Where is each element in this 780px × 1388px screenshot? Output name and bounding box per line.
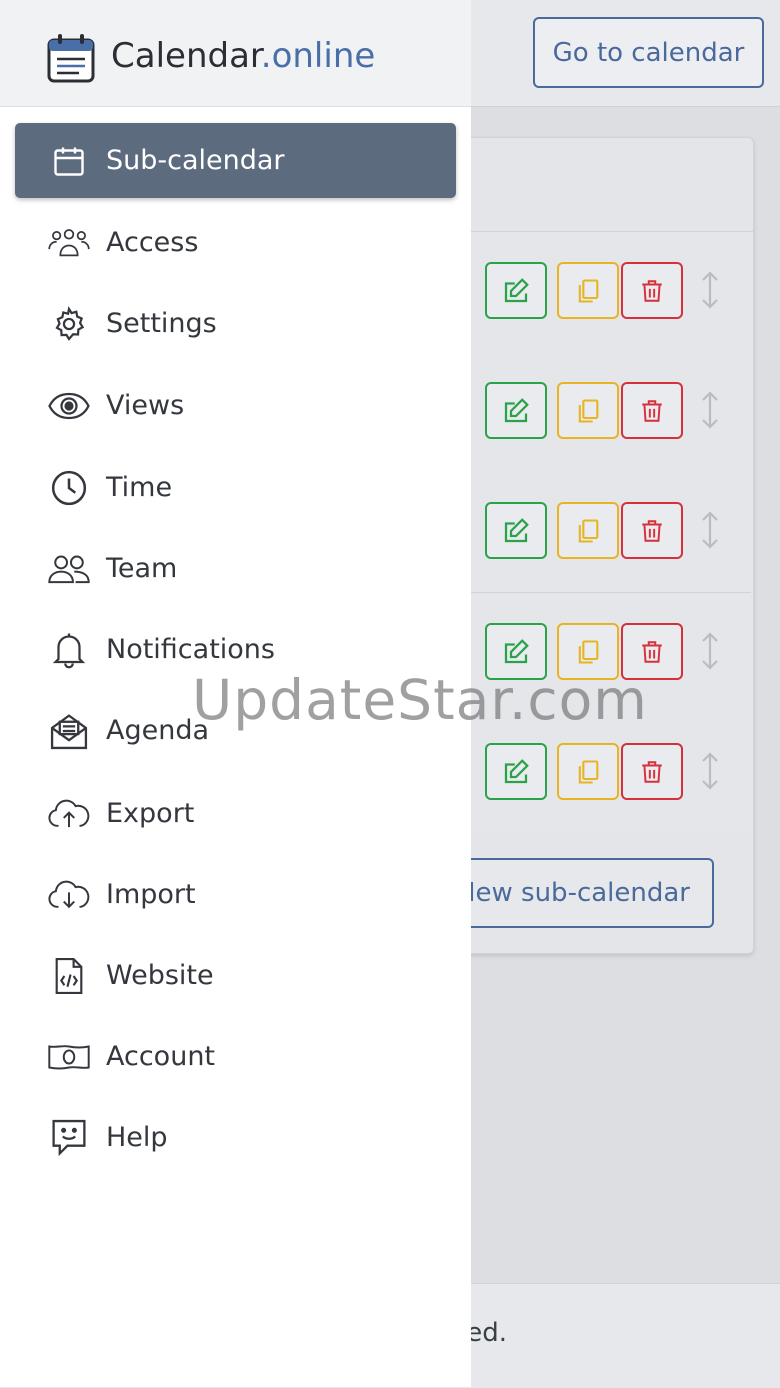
nav-label: Views (106, 390, 185, 421)
edit-button[interactable] (485, 262, 547, 319)
nav-label: Time (106, 472, 173, 503)
nav-label: Team (106, 553, 178, 584)
team-icon (48, 548, 90, 590)
delete-button[interactable] (621, 382, 683, 439)
edit-button[interactable] (485, 623, 547, 680)
users-icon (48, 222, 90, 264)
nav-label: Website (106, 960, 214, 991)
trash-icon (642, 519, 662, 542)
nav-label: Sub-calendar (106, 145, 285, 176)
copy-button[interactable] (557, 743, 619, 800)
sort-handle-icon[interactable] (697, 390, 723, 430)
nav-label: Export (106, 798, 195, 829)
copy-icon (578, 278, 599, 303)
delete-button[interactable] (621, 262, 683, 319)
copy-icon (578, 639, 599, 664)
gear-icon (48, 303, 90, 345)
nav-item-agenda[interactable]: Agenda (15, 693, 456, 768)
nav-drawer: Calendar.online Sub-calendar Access Sett… (0, 0, 471, 1387)
sort-handle-icon[interactable] (697, 751, 723, 791)
calendar-logo-icon (47, 34, 95, 83)
clock-icon (48, 467, 90, 509)
delete-button[interactable] (621, 502, 683, 559)
copy-icon (578, 398, 599, 423)
code-file-icon (48, 955, 90, 997)
nav-label: Import (106, 879, 196, 910)
copy-icon (578, 759, 599, 784)
nav-label: Help (106, 1122, 168, 1153)
nav-item-notifications[interactable]: Notifications (15, 612, 456, 687)
nav-item-export[interactable]: Export (15, 776, 456, 851)
trash-icon (642, 399, 662, 422)
sort-handle-icon[interactable] (697, 510, 723, 550)
edit-icon (504, 638, 529, 663)
nav-item-team[interactable]: Team (15, 531, 456, 606)
edit-icon (504, 517, 529, 542)
copy-icon (578, 518, 599, 543)
nav-label: Agenda (106, 715, 210, 746)
nav-item-time[interactable]: Time (15, 450, 456, 525)
nav-label: Settings (106, 308, 217, 339)
brand-name[interactable]: Calendar.online (111, 36, 375, 76)
nav-label: Account (106, 1041, 216, 1072)
edit-button[interactable] (485, 502, 547, 559)
edit-icon (504, 277, 529, 302)
nav-item-website[interactable]: Website (15, 938, 456, 1013)
eye-icon (48, 385, 90, 427)
nav-label: Access (106, 227, 199, 258)
chat-smile-icon (48, 1117, 90, 1159)
nav-item-access[interactable]: Access (15, 205, 456, 280)
nav-label: Notifications (106, 634, 275, 665)
bell-icon (48, 629, 90, 671)
copy-button[interactable] (557, 382, 619, 439)
delete-button[interactable] (621, 743, 683, 800)
sort-handle-icon[interactable] (697, 270, 723, 310)
copy-button[interactable] (557, 262, 619, 319)
cloud-upload-icon (48, 793, 90, 835)
trash-icon (642, 640, 662, 663)
copy-button[interactable] (557, 623, 619, 680)
edit-button[interactable] (485, 382, 547, 439)
nav-item-help[interactable]: Help (15, 1100, 456, 1175)
brand-bar: Calendar.online (0, 0, 471, 107)
delete-button[interactable] (621, 623, 683, 680)
edit-button[interactable] (485, 743, 547, 800)
envelope-icon (48, 710, 90, 752)
trash-icon (642, 279, 662, 302)
nav-item-import[interactable]: Import (15, 857, 456, 932)
cloud-download-icon (48, 874, 90, 916)
calendar-icon (48, 140, 90, 182)
edit-icon (504, 397, 529, 422)
go-to-calendar-button[interactable]: Go to calendar (533, 17, 764, 88)
nav-item-views[interactable]: Views (15, 368, 456, 443)
sort-handle-icon[interactable] (697, 631, 723, 671)
nav-item-sub-calendar[interactable]: Sub-calendar (15, 123, 456, 198)
edit-icon (504, 758, 529, 783)
money-icon (48, 1036, 90, 1078)
nav-item-settings[interactable]: Settings (15, 286, 456, 361)
nav-item-account[interactable]: Account (15, 1019, 456, 1094)
new-subcalendar-button[interactable]: New sub-calendar (441, 858, 714, 928)
copy-button[interactable] (557, 502, 619, 559)
trash-icon (642, 760, 662, 783)
